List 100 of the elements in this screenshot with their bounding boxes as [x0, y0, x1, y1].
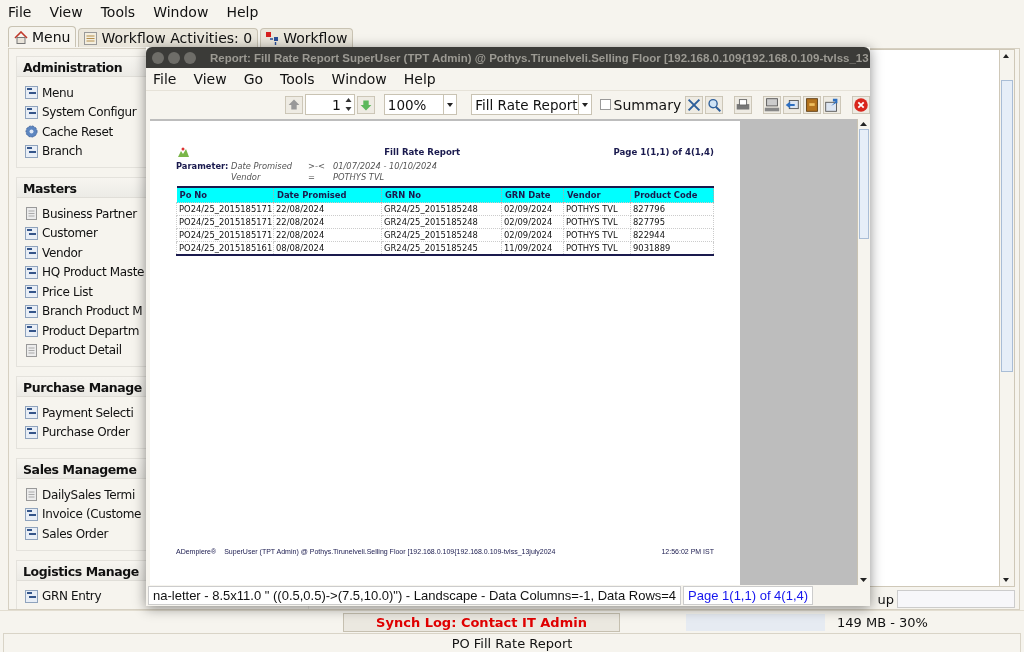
window-icon: [25, 324, 38, 338]
checkbox[interactable]: [599, 99, 611, 110]
table-cell: 822944: [630, 228, 714, 242]
menu-entry[interactable]: Payment Selecti: [25, 405, 134, 421]
menu-item[interactable]: File: [8, 3, 32, 20]
field-label: up: [877, 591, 894, 607]
table-cell: GR24/25_2015185248: [381, 202, 502, 216]
menu-entry[interactable]: Sales Order: [25, 526, 108, 542]
column-header: Vendor: [563, 187, 631, 203]
table-cell: 22/08/2024: [273, 202, 382, 216]
menu-entry[interactable]: GRN Entry: [25, 588, 102, 604]
menu-entry[interactable]: DailySales Termi: [25, 487, 135, 503]
menu-item[interactable]: View: [193, 71, 227, 87]
tools-icon[interactable]: [685, 94, 704, 115]
menu-entry[interactable]: Branch: [25, 143, 83, 159]
group-header: Masters: [22, 180, 77, 198]
tab[interactable]: Workflow: [260, 28, 354, 47]
document-icon: [25, 343, 38, 357]
column-header: Date Promised: [273, 187, 382, 203]
zoom-combo[interactable]: 100%: [383, 94, 458, 115]
table-cell: PO24/25_2015185171: [176, 228, 274, 242]
menu-entry[interactable]: System Configur: [25, 104, 137, 120]
window-icon: [25, 285, 38, 299]
report-title: Fill Rate Report: [383, 147, 461, 157]
gear-icon: [25, 125, 38, 139]
parameter-name: Vendor: [231, 172, 262, 182]
window-icon: [25, 226, 38, 240]
table-cell: PO24/25_2015185161: [176, 241, 274, 255]
window-icon: [25, 527, 38, 541]
scrollbar-thumb[interactable]: [859, 129, 869, 239]
menu-item[interactable]: Tools: [100, 3, 136, 20]
checkbox-label: Summary: [613, 96, 682, 113]
table-cell: 9031889: [630, 241, 714, 255]
menu-item[interactable]: Help: [403, 71, 436, 87]
table-cell: POTHYS TVL: [563, 202, 631, 216]
computer-icon[interactable]: [762, 94, 781, 115]
table-cell: GR24/25_2015185248: [381, 215, 502, 229]
input-field[interactable]: [897, 590, 1015, 608]
page-number: Page 1(1,1) of 4(1,4): [613, 147, 714, 157]
window-icon: [25, 507, 38, 521]
table-cell: POTHYS TVL: [563, 215, 631, 229]
group-header: Sales Manageme: [22, 461, 137, 479]
menu-entry[interactable]: HQ Product Maste: [25, 264, 145, 280]
table-cell: GR24/25_2015185248: [381, 228, 502, 242]
parameter-value: POTHYS TVL: [333, 172, 386, 182]
table-cell: 08/08/2024: [273, 241, 382, 255]
menu-item[interactable]: Help: [226, 3, 259, 20]
table-cell: 827796: [630, 202, 714, 216]
scrollbar[interactable]: [999, 50, 1014, 586]
menu-item[interactable]: File: [153, 71, 177, 87]
paper-info: na-letter - 8.5x11.0 " ((0.5,0.5)->(7.5,10.0)") - Landscape - Data Columns=-1, Data Rows=4: [148, 585, 682, 605]
window-icon: [25, 246, 38, 260]
menu-item[interactable]: Tools: [280, 71, 315, 87]
archive-icon[interactable]: [802, 94, 821, 115]
table-cell: PO24/25_2015185171: [176, 202, 274, 216]
document-icon: [25, 207, 38, 221]
menu-item[interactable]: View: [49, 3, 83, 20]
menu-entry[interactable]: Branch Product M: [25, 303, 143, 319]
report-combo[interactable]: Fill Rate Report: [471, 94, 592, 115]
window-icon: [25, 144, 38, 158]
window-icon: [25, 86, 38, 100]
window-icon: [25, 105, 38, 119]
parameter-operator: =: [308, 172, 316, 182]
window-title: Report: Fill Rate Report SuperUser (TPT Admin) @ Pothys.Tirunelveli.Selling Floor [192.168.0.109{192.168.0.109-tvlss_13: [210, 51, 869, 64]
printer-icon[interactable]: [734, 94, 753, 115]
parameter-name: Date Promised: [231, 161, 294, 171]
page-spinner[interactable]: 1: [305, 94, 355, 115]
window-icon: [25, 589, 38, 603]
export-icon[interactable]: [822, 94, 841, 115]
tab[interactable]: Workflow Activities: 0: [78, 28, 259, 47]
menu-entry[interactable]: Price List: [25, 284, 93, 300]
close-icon[interactable]: [851, 94, 870, 115]
sync-log-button[interactable]: Synch Log: Contact IT Admin: [343, 612, 620, 632]
window-icon: [25, 425, 38, 439]
column-header: GRN Date: [501, 187, 564, 203]
column-header: Product Code: [630, 187, 714, 203]
menu-entry[interactable]: Cache Reset: [25, 124, 113, 140]
menu-entry[interactable]: Invoice (Custome: [25, 506, 142, 522]
menu-item[interactable]: Go: [243, 71, 264, 87]
menu-entry[interactable]: Product Detail: [25, 342, 122, 358]
menu-entry[interactable]: Purchase Order: [25, 424, 130, 440]
table-cell: POTHYS TVL: [563, 228, 631, 242]
window-icon: [25, 265, 38, 279]
table-cell: POTHYS TVL: [563, 241, 631, 255]
table-cell: 827795: [630, 215, 714, 229]
menu-entry[interactable]: Business Partner: [25, 206, 137, 222]
scrollbar-thumb[interactable]: [1001, 80, 1013, 372]
menu-entry[interactable]: Vendor: [25, 245, 83, 261]
menu-entry[interactable]: Customer: [25, 225, 98, 241]
search-icon[interactable]: [705, 94, 724, 115]
menu-entry[interactable]: Menu: [25, 85, 74, 101]
scroll-down-icon[interactable]: [858, 575, 869, 585]
menu-item[interactable]: Window: [153, 3, 209, 20]
caret-icon[interactable]: [577, 95, 591, 114]
table-cell: GR24/25_2015185245: [381, 241, 502, 255]
menu-item[interactable]: Window: [331, 71, 387, 87]
menu-entry[interactable]: Product Departm: [25, 323, 140, 339]
logo-icon: [176, 147, 191, 158]
parameter-value: 01/07/2024 - 10/10/2024: [333, 161, 438, 171]
tab[interactable]: Menu: [8, 26, 77, 47]
